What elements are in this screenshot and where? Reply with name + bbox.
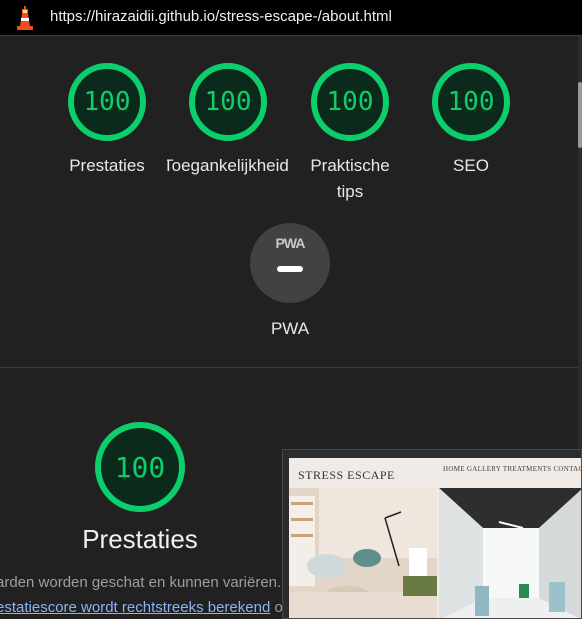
performance-gauge: 100	[94, 421, 186, 513]
performance-description: arden worden geschat en kunnen variëren.…	[0, 574, 297, 591]
interior-photo-left	[289, 488, 437, 618]
performance-description-line2: estatiescore wordt rechtstreeks berekend…	[0, 599, 283, 616]
gauge-label-toegankelijkheid: Toegankelijkheid	[167, 156, 289, 175]
address-bar: https://hirazaidii.github.io/stress-esca…	[0, 0, 582, 36]
gauge-label-praktische-tips: Praktische tips	[310, 156, 390, 201]
gauge-score: 100	[326, 87, 374, 117]
gauge-prestaties[interactable]: 100	[67, 62, 147, 142]
section-divider	[0, 367, 578, 368]
gauge-toegankelijkheid[interactable]: 100	[188, 62, 268, 142]
site-logo: STRESS ESCAPE	[298, 468, 395, 482]
interior-photo-right	[439, 488, 581, 618]
gauge-praktische-tips[interactable]: 100	[310, 62, 390, 142]
gauge-score: 100	[83, 87, 131, 117]
site-nav: HOME GALLERY TREATMENTS CONTACT	[443, 465, 582, 473]
gauge-label-seo: SEO	[453, 156, 489, 175]
site-preview: STRESS ESCAPE HOME GALLERY TREATMENTS CO…	[289, 458, 582, 618]
score-calculation-link[interactable]: estatiescore wordt rechtstreeks berekend	[0, 599, 270, 616]
gauge-seo[interactable]: 100	[431, 62, 511, 142]
pwa-badge[interactable]: PWA	[250, 223, 330, 303]
final-screenshot[interactable]: STRESS ESCAPE HOME GALLERY TREATMENTS CO…	[282, 449, 582, 619]
performance-score: 100	[114, 450, 166, 484]
pwa-badge-text: PWA	[275, 235, 306, 251]
gauge-score: 100	[447, 87, 495, 117]
gauge-score: 100	[204, 87, 252, 117]
pwa-dash-icon	[277, 266, 303, 272]
gauge-label-prestaties: Prestaties	[69, 156, 145, 175]
lighthouse-icon	[14, 6, 36, 30]
gauge-label-pwa: PWA	[270, 319, 310, 338]
performance-title: Prestaties	[82, 524, 198, 554]
page-url[interactable]: https://hirazaidii.github.io/stress-esca…	[50, 8, 392, 25]
